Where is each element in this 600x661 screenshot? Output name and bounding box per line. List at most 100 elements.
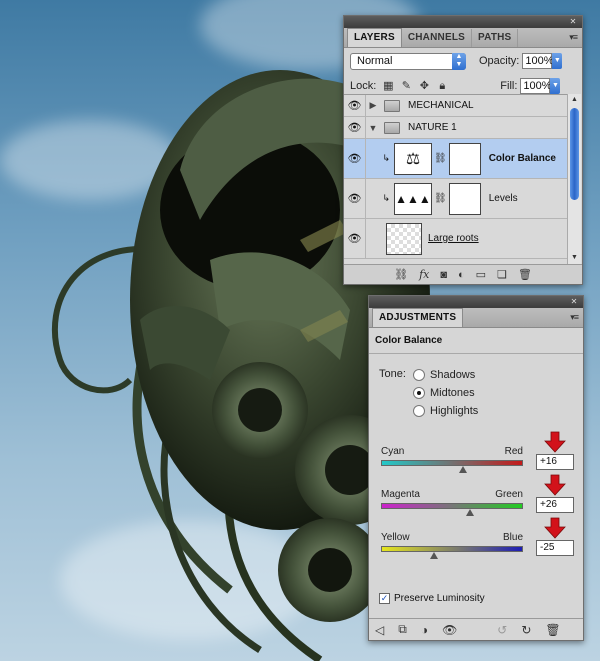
layer-row-levels[interactable]: 👁︎ ↳ ▲▲▲ ⛓ Levels: [344, 179, 568, 219]
layer-name: Large roots: [428, 233, 479, 244]
blend-mode-select[interactable]: Normal ▲ ▼: [350, 52, 466, 70]
panel-titlebar[interactable]: ✕: [369, 296, 583, 308]
folder-icon: [384, 121, 400, 134]
adjustments-footer: ◁ ⧉ ◑ 👁︎ ↺ ↻ 🗑︎: [369, 618, 583, 640]
slider-track[interactable]: [381, 546, 523, 552]
slider-value-field[interactable]: +16: [536, 454, 574, 470]
layer-mask-thumbnail[interactable]: [448, 182, 481, 215]
visibility-icon[interactable]: ◑: [421, 623, 428, 637]
scroll-up-icon[interactable]: ▲: [568, 94, 581, 106]
tab-layers[interactable]: LAYERS: [347, 28, 402, 47]
adjustments-panel: ✕ ADJUSTMENTS ▾≡ Color Balance Tone: Sha…: [368, 295, 584, 641]
fill-field[interactable]: 100%: [520, 78, 552, 94]
chain-link-icon[interactable]: ⛓: [434, 193, 447, 204]
layers-scrollbar[interactable]: ▲ ▼: [567, 94, 581, 264]
slider-right-label: Green: [495, 489, 523, 500]
slider-yellow-blue: Yellow Blue: [381, 532, 523, 559]
opacity-field[interactable]: 100%: [522, 53, 554, 69]
preserve-luminosity[interactable]: ✓ Preserve Luminosity: [379, 593, 485, 604]
tone-shadows[interactable]: Shadows: [413, 366, 533, 384]
eye-icon[interactable]: 👁︎: [344, 179, 366, 218]
slider-magenta-green: Magenta Green: [381, 489, 523, 516]
radio-shadows[interactable]: [413, 369, 425, 381]
close-panel-icon[interactable]: ✕: [569, 297, 579, 307]
layer-thumbnail: [386, 222, 422, 255]
slider-value-field[interactable]: -25: [536, 540, 574, 556]
trash-icon[interactable]: 🗑︎: [545, 623, 560, 637]
blend-row: Normal ▲ ▼ Opacity: 100% ▼: [344, 48, 582, 74]
eye-icon[interactable]: 👁︎: [344, 139, 366, 178]
tone-option-label: Highlights: [430, 405, 479, 417]
eye-icon[interactable]: 👁︎: [344, 95, 366, 116]
slider-right-label: Red: [504, 446, 523, 457]
lock-position-icon[interactable]: ✥: [418, 80, 430, 92]
opacity-label: Opacity:: [479, 55, 520, 67]
tab-channels[interactable]: CHANNELS: [402, 29, 473, 47]
layer-row-large-roots[interactable]: 👁︎ Large roots: [344, 219, 568, 259]
layer-row-nature-1[interactable]: 👁︎ ▼ NATURE 1: [344, 117, 568, 139]
scroll-thumb[interactable]: [570, 108, 579, 200]
layers-tabbar: LAYERS CHANNELS PATHS ▾≡: [344, 28, 582, 48]
layer-name: Color Balance: [488, 153, 556, 164]
adjustment-icon[interactable]: ◐: [458, 269, 465, 281]
tone-option-label: Midtones: [430, 387, 475, 399]
mask-icon[interactable]: ◙: [440, 269, 447, 281]
panel-menu-icon[interactable]: ▾≡: [570, 312, 579, 323]
lock-transparent-icon[interactable]: ▦: [382, 80, 394, 92]
eye-icon[interactable]: 👁︎: [344, 117, 366, 138]
layers-footer: ⛓ fx ◙ ◐ ▭ ❏ 🗑︎: [344, 264, 582, 284]
lock-image-icon[interactable]: ✎: [400, 80, 412, 92]
panel-menu-icon[interactable]: ▾≡: [569, 32, 578, 43]
tone-highlights[interactable]: Highlights: [413, 402, 533, 420]
opacity-dropdown-icon[interactable]: ▼: [552, 53, 563, 69]
tab-paths[interactable]: PATHS: [472, 29, 519, 47]
slider-cyan-red: Cyan Red: [381, 446, 523, 473]
close-panel-icon[interactable]: ✕: [568, 17, 578, 27]
tab-adjustments[interactable]: ADJUSTMENTS: [372, 308, 464, 327]
previous-state-icon[interactable]: ↺: [497, 623, 507, 637]
adjustment-title: Color Balance: [369, 328, 583, 354]
select-arrows-icon: ▲ ▼: [452, 52, 466, 70]
scroll-down-icon[interactable]: ▼: [568, 252, 581, 264]
red-down-arrow-icon: [544, 431, 566, 453]
slider-left-label: Cyan: [381, 446, 405, 457]
layer-row-mechanical[interactable]: 👁︎ ▶ MECHANICAL: [344, 95, 568, 117]
back-arrow-icon[interactable]: ◁: [375, 623, 384, 637]
layer-row-color-balance[interactable]: 👁︎ ↳ ⚖ ⛓ Color Balance: [344, 139, 568, 179]
fill-dropdown-icon[interactable]: ▼: [550, 78, 561, 94]
chain-link-icon[interactable]: ⛓: [434, 153, 447, 164]
expand-triangle-icon[interactable]: ▶: [366, 100, 380, 111]
tone-midtones[interactable]: Midtones: [413, 384, 533, 402]
reset-icon[interactable]: ↻: [521, 623, 531, 637]
radio-midtones[interactable]: [413, 387, 425, 399]
slider-track[interactable]: [381, 503, 523, 509]
clip-icon[interactable]: ⧉: [398, 622, 407, 637]
histogram-icon: ▲▲▲: [394, 182, 432, 215]
slider-left-label: Yellow: [381, 532, 410, 543]
trash-icon[interactable]: 🗑︎: [518, 268, 532, 281]
layer-name: MECHANICAL: [408, 100, 474, 111]
slider-value-field[interactable]: +26: [536, 497, 574, 513]
layer-name: Levels: [488, 193, 518, 204]
collapse-triangle-icon[interactable]: ▼: [366, 123, 380, 133]
tone-option-label: Shadows: [430, 369, 476, 381]
layer-mask-thumbnail[interactable]: [448, 142, 481, 175]
eye-icon[interactable]: 👁︎: [344, 219, 366, 258]
tone-label: Tone:: [379, 368, 406, 380]
slider-knob[interactable]: [466, 509, 475, 516]
layers-panel: ✕ LAYERS CHANNELS PATHS ▾≡ Normal ▲ ▼ Opa…: [343, 15, 583, 285]
folder-icon[interactable]: ▭: [476, 268, 486, 281]
slider-knob[interactable]: [459, 466, 468, 473]
link-icon[interactable]: ⛓: [394, 268, 408, 281]
radio-highlights[interactable]: [413, 405, 425, 417]
preserve-luminosity-label: Preserve Luminosity: [394, 593, 485, 604]
new-layer-icon[interactable]: ❏: [497, 268, 507, 281]
preserve-luminosity-checkbox[interactable]: ✓: [379, 593, 390, 604]
eye-icon[interactable]: 👁︎: [442, 623, 457, 637]
fx-icon[interactable]: fx: [419, 268, 429, 281]
balance-scale-icon: ⚖: [394, 142, 432, 175]
slider-knob[interactable]: [430, 552, 439, 559]
slider-track[interactable]: [381, 460, 523, 466]
panel-titlebar[interactable]: ✕: [344, 16, 582, 28]
lock-all-icon[interactable]: 🔒︎: [436, 80, 448, 92]
